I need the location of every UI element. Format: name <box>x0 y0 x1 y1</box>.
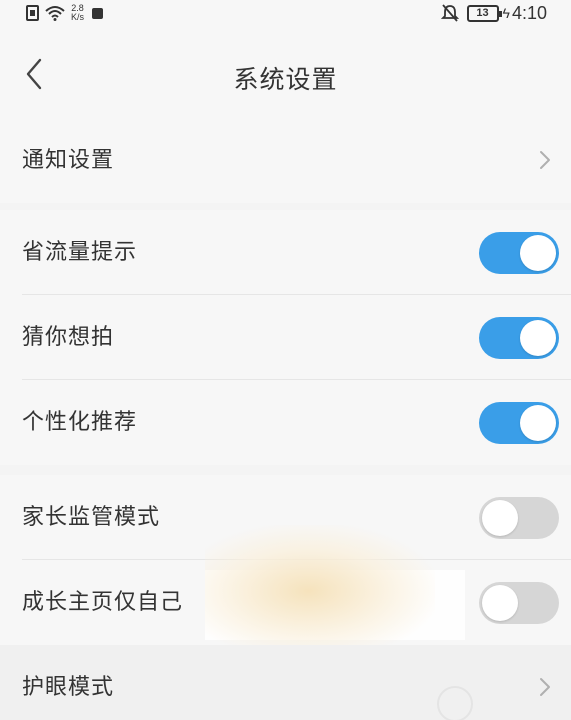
row-label: 成长主页仅自己 <box>22 590 184 615</box>
parental-control-toggle[interactable] <box>479 497 559 539</box>
app-icon <box>92 7 104 19</box>
personalized-recommend-toggle[interactable] <box>479 402 559 444</box>
network-speed: 2.8 K/s <box>71 4 84 22</box>
row-personalized-recommend: 个性化推荐 <box>0 380 571 465</box>
status-bar: 2.8 K/s 13 ϟ 4:10 <box>0 0 571 26</box>
row-data-saving-tip: 省流量提示 <box>0 210 571 295</box>
row-parental-control: 家长监管模式 <box>0 475 571 560</box>
battery-level: 13 <box>476 6 489 19</box>
row-eye-protection[interactable]: 护眼模式 <box>0 645 571 720</box>
toggle-knob <box>520 320 556 356</box>
toggle-knob <box>482 500 518 536</box>
battery-icon: 13 <box>466 4 502 22</box>
toggle-knob <box>482 585 518 621</box>
wifi-icon <box>45 6 65 21</box>
chevron-right-icon <box>540 678 550 696</box>
row-label: 家长监管模式 <box>22 505 161 530</box>
settings-group-notifications: 通知设置 <box>0 118 571 203</box>
floating-circle <box>437 686 473 720</box>
row-label: 省流量提示 <box>22 240 138 265</box>
row-label: 护眼模式 <box>22 675 115 700</box>
toggle-knob <box>520 235 556 271</box>
row-label: 个性化推荐 <box>22 410 138 435</box>
speed-unit: K/s <box>71 12 85 22</box>
toggle-knob <box>520 405 556 441</box>
settings-group-recommendations: 省流量提示 猜你想拍 个性化推荐 <box>0 210 571 465</box>
row-label: 猜你想拍 <box>22 325 115 350</box>
row-growth-page-private: 成长主页仅自己 <box>0 560 571 645</box>
row-guess-shoot: 猜你想拍 <box>0 295 571 380</box>
settings-group-modes: 家长监管模式 成长主页仅自己 护眼模式 <box>0 475 571 720</box>
row-label: 通知设置 <box>22 148 115 173</box>
guess-shoot-toggle[interactable] <box>479 317 559 359</box>
growth-page-private-toggle[interactable] <box>479 582 559 624</box>
page-title: 系统设置 <box>233 65 338 94</box>
status-left: 2.8 K/s <box>26 2 104 24</box>
chevron-right-icon <box>540 151 550 169</box>
data-saving-toggle[interactable] <box>479 232 559 274</box>
mute-icon <box>440 4 459 22</box>
charging-icon: ϟ <box>502 5 510 21</box>
row-notification-settings[interactable]: 通知设置 <box>0 118 571 203</box>
nav-bar: 系统设置 <box>0 26 571 118</box>
clock: 4:10 <box>511 2 547 23</box>
status-right: 13 ϟ 4:10 <box>440 2 547 24</box>
sim-icon <box>26 5 39 21</box>
